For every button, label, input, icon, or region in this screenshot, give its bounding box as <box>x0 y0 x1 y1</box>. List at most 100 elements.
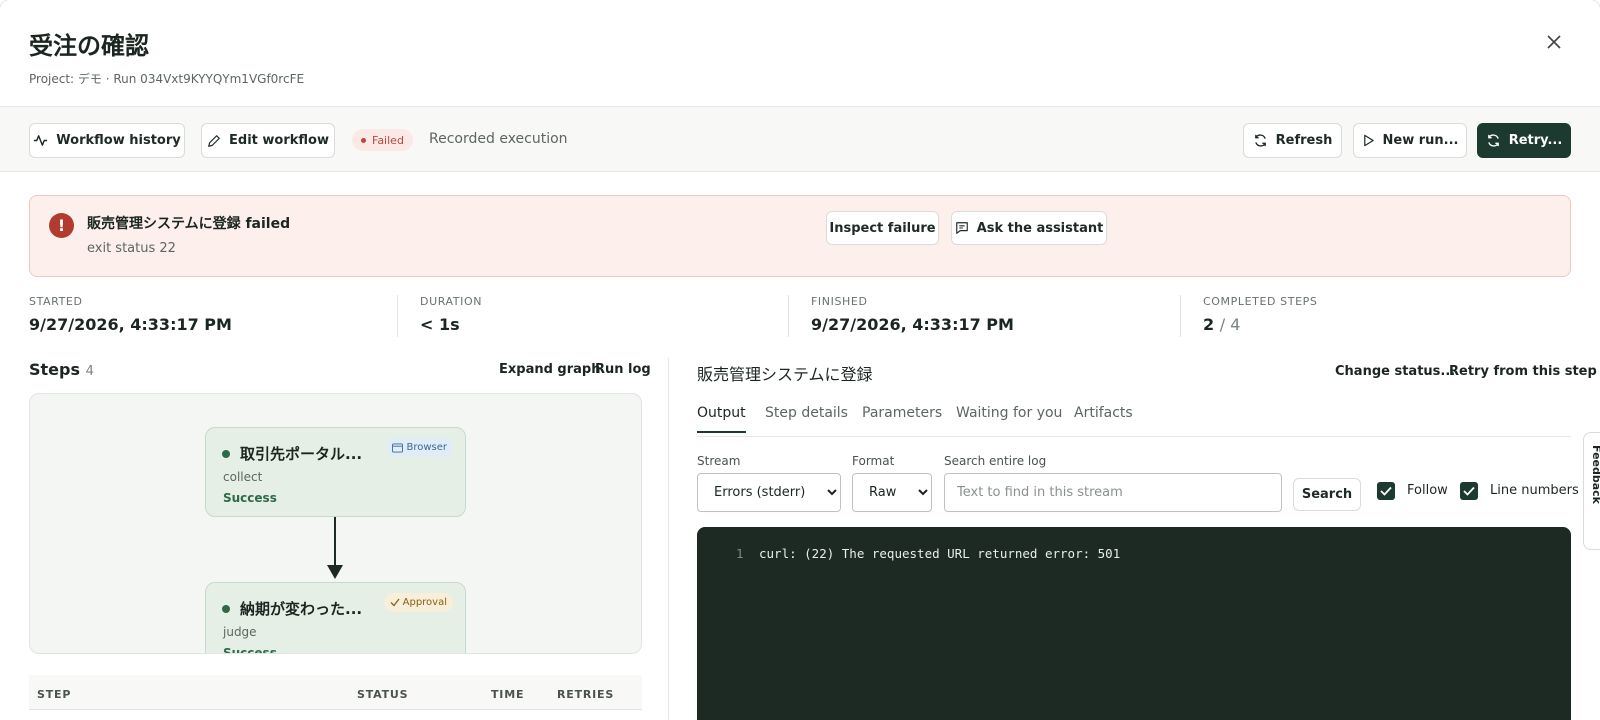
step-graph: 取引先ポータル... collect Success Browser 納期が変わ… <box>29 393 642 654</box>
completed-count: 2 <box>1203 315 1215 334</box>
ask-assistant-label: Ask the assistant <box>976 220 1104 236</box>
refresh-icon <box>1254 134 1266 147</box>
graph-node[interactable]: 納期が変わった... judge Success Approval <box>205 582 466 654</box>
checkmark-icon <box>1380 486 1392 496</box>
edit-workflow-button[interactable]: Edit workflow <box>201 123 335 158</box>
activity-icon <box>34 135 48 146</box>
retry-from-step-link[interactable]: Retry from this step <box>1449 364 1597 379</box>
steps-title: Steps <box>29 360 80 379</box>
stat-divider <box>788 295 789 337</box>
search-button-label: Search <box>1301 487 1353 502</box>
ask-assistant-button[interactable]: Ask the assistant <box>951 211 1107 245</box>
chat-icon <box>955 222 968 234</box>
change-status-link[interactable]: Change status... <box>1335 364 1455 379</box>
format-label: Format <box>852 454 895 468</box>
inspect-failure-button[interactable]: Inspect failure <box>826 211 939 245</box>
node-tag-label: Approval <box>402 597 447 608</box>
log-line-number: 1 <box>736 546 744 561</box>
search-label: Search entire log <box>944 454 1047 468</box>
column-header: TIME <box>491 688 525 701</box>
node-type: judge <box>223 625 257 639</box>
checkmark-icon <box>1463 486 1475 496</box>
log-output: 1 curl: (22) The requested URL returned … <box>697 527 1571 720</box>
column-header: RETRIES <box>557 688 615 701</box>
tab-waiting-for-you[interactable]: Waiting for you <box>956 405 1062 431</box>
node-tag: Browser <box>386 438 453 457</box>
page-title: 受注の確認 <box>29 32 149 60</box>
retry-button[interactable]: Retry... <box>1477 123 1571 158</box>
close-icon <box>1547 35 1561 49</box>
retry-icon <box>1487 134 1499 147</box>
feedback-tab[interactable]: Feedback <box>1583 432 1600 550</box>
tab-parameters[interactable]: Parameters <box>862 405 942 431</box>
column-header: STATUS <box>357 688 409 701</box>
modal-header: 受注の確認 Project: デモ · Run 034Vxt9KYYQYm1VG… <box>0 0 1600 107</box>
retry-label: Retry... <box>1508 133 1563 148</box>
log-search-input[interactable] <box>944 473 1282 512</box>
stream-select[interactable]: Errors (stderr) <box>697 473 841 512</box>
expand-graph-link[interactable]: Expand graph <box>499 362 600 377</box>
recorded-execution-label: Recorded execution <box>429 131 568 147</box>
tab-artifacts[interactable]: Artifacts <box>1074 405 1133 431</box>
new-run-label: New run... <box>1382 133 1459 148</box>
graph-edge-arrow <box>327 517 343 579</box>
stat-divider <box>397 295 398 337</box>
workflow-history-label: Workflow history <box>56 133 181 148</box>
node-type: collect <box>223 470 263 484</box>
follow-label: Follow <box>1407 483 1448 498</box>
refresh-label: Refresh <box>1275 133 1333 148</box>
graph-node[interactable]: 取引先ポータル... collect Success Browser <box>205 427 466 517</box>
browser-icon <box>392 443 404 452</box>
close-button[interactable] <box>1543 31 1565 53</box>
total-count: / 4 <box>1219 315 1241 334</box>
search-button[interactable]: Search <box>1293 478 1361 511</box>
stat-duration: DURATION < 1s <box>420 295 482 334</box>
stat-completed-value: 2 / 4 <box>1203 315 1317 334</box>
toolbar: Workflow history Edit workflow Refresh N… <box>0 107 1600 172</box>
alert-detail: exit status 22 <box>87 241 176 256</box>
run-modal: 受注の確認 Project: デモ · Run 034Vxt9KYYQYm1VG… <box>0 0 1600 720</box>
node-status-dot <box>222 605 230 613</box>
node-status-dot <box>222 450 230 458</box>
stat-finished: FINISHED 9/27/2026, 4:33:17 PM <box>811 295 1014 334</box>
stat-duration-value: < 1s <box>420 315 460 334</box>
follow-checkbox[interactable] <box>1377 482 1395 500</box>
node-tag-label: Browser <box>406 442 447 453</box>
stat-finished-label: FINISHED <box>811 295 868 308</box>
run-subtitle: Project: デモ · Run 034Vxt9KYYQYm1VGf0rcFE <box>29 72 305 86</box>
steps-table-header: STEP STATUS TIME RETRIES <box>29 675 642 710</box>
run-log-link[interactable]: Run log <box>595 362 651 377</box>
stat-started-value: 9/27/2026, 4:33:17 PM <box>29 315 232 334</box>
steps-heading: Steps 4 <box>29 360 94 379</box>
stat-started-label: STARTED <box>29 295 83 308</box>
node-title: 納期が変わった... <box>240 600 363 618</box>
stat-finished-value: 9/27/2026, 4:33:17 PM <box>811 315 1014 334</box>
stat-started: STARTED 9/27/2026, 4:33:17 PM <box>29 295 232 334</box>
line-numbers-checkbox[interactable] <box>1460 482 1478 500</box>
error-icon: ! <box>49 213 74 238</box>
stat-duration-label: DURATION <box>420 295 483 308</box>
workflow-history-button[interactable]: Workflow history <box>29 123 185 158</box>
refresh-button[interactable]: Refresh <box>1243 123 1342 158</box>
node-status: Success <box>223 491 277 505</box>
column-header: STEP <box>37 688 72 701</box>
node-title: 取引先ポータル... <box>240 445 363 463</box>
tab-step-details[interactable]: Step details <box>765 405 848 431</box>
failure-alert: ! 販売管理システムに登録 failed exit status 22 Insp… <box>29 195 1571 277</box>
log-line-text: curl: (22) The requested URL returned er… <box>759 546 1121 561</box>
line-numbers-label: Line numbers <box>1490 483 1579 498</box>
edit-workflow-label: Edit workflow <box>229 133 329 148</box>
feedback-label: Feedback <box>1590 445 1600 504</box>
tab-output[interactable]: Output <box>697 405 746 433</box>
panel-divider <box>668 358 669 720</box>
stat-completed-label: COMPLETED STEPS <box>1203 295 1318 308</box>
stat-completed-steps: COMPLETED STEPS 2 / 4 <box>1203 295 1317 334</box>
step-detail-title: 販売管理システムに登録 <box>697 365 873 384</box>
format-select[interactable]: Raw <box>852 473 932 512</box>
check-icon <box>390 598 400 607</box>
status-dot <box>361 137 366 143</box>
inspect-failure-label: Inspect failure <box>829 220 936 236</box>
status-badge-label: Failed <box>372 133 404 147</box>
new-run-button[interactable]: New run... <box>1353 123 1467 158</box>
node-status: Success <box>223 646 277 654</box>
